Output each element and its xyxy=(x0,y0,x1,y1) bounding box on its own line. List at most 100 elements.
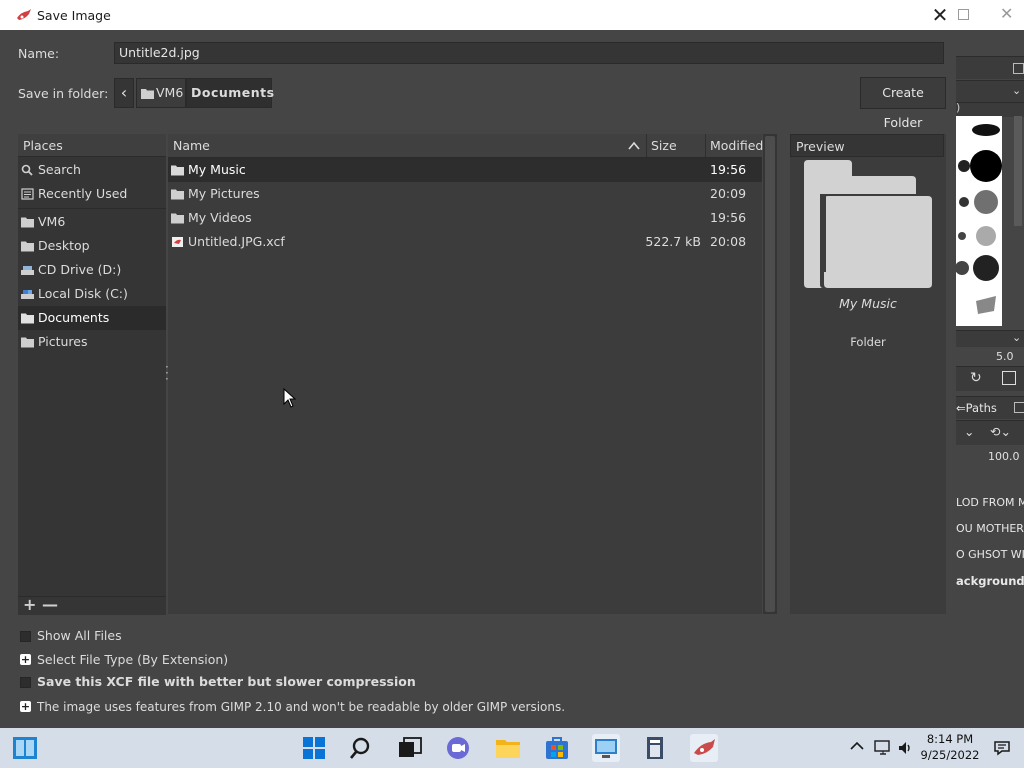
path-segment-vm6[interactable]: VM6 xyxy=(136,78,186,108)
background-titlebar: ✕ xyxy=(956,0,1024,30)
store-icon[interactable] xyxy=(543,734,571,762)
save-in-folder-label: Save in folder: xyxy=(18,86,109,101)
column-name-header[interactable]: Name xyxy=(173,134,210,157)
menu-icon[interactable] xyxy=(1014,402,1024,413)
brush-size-value[interactable]: 5.0 xyxy=(996,350,1014,363)
file-list-scrollbar[interactable] xyxy=(763,134,777,614)
export-icon[interactable] xyxy=(1002,371,1016,385)
tab-paths[interactable]: Paths xyxy=(966,401,997,415)
layer-item[interactable]: OU MOTHERFU xyxy=(956,522,1024,535)
places-item-pictures[interactable]: Pictures xyxy=(18,330,166,354)
large-folder-icon xyxy=(804,160,932,288)
checkbox-label: Show All Files xyxy=(37,628,122,643)
folder-icon xyxy=(141,89,154,99)
teams-chat-icon[interactable] xyxy=(444,734,472,762)
expander-label: The image uses features from GIMP 2.10 a… xyxy=(37,700,566,714)
file-name: My Music xyxy=(188,162,246,177)
file-row-my-pictures[interactable]: My Pictures 20:09 xyxy=(168,182,762,206)
brushes-scrollbar[interactable] xyxy=(1014,116,1022,226)
file-row-my-videos[interactable]: My Videos 19:56 xyxy=(168,206,762,230)
places-item-desktop[interactable]: Desktop xyxy=(18,234,166,258)
places-item-documents[interactable]: Documents xyxy=(18,306,166,330)
file-list: Name Size Modified My Music 19:56 My Pic… xyxy=(168,134,763,614)
maximize-icon[interactable] xyxy=(958,9,969,20)
background-toolbar xyxy=(956,56,1024,79)
places-item-search[interactable]: Search xyxy=(18,158,166,182)
filename-input[interactable]: Untitle2d.jpg xyxy=(114,42,944,64)
show-hidden-icons-button[interactable] xyxy=(850,739,864,754)
places-item-recently-used[interactable]: Recently Used xyxy=(18,182,166,206)
notifications-icon[interactable] xyxy=(993,740,1011,756)
folder-icon xyxy=(171,165,184,176)
close-icon[interactable]: ✕ xyxy=(1000,4,1013,23)
file-row-untitled-xcf[interactable]: Untitled.JPG.xcf 522.7 kB 20:08 xyxy=(168,230,762,254)
file-name: My Videos xyxy=(188,210,252,225)
create-folder-button[interactable]: Create Folder xyxy=(860,77,946,130)
file-explorer-icon[interactable] xyxy=(494,734,522,762)
checkbox-box[interactable] xyxy=(20,677,31,688)
taskbar-clock[interactable]: 8:14 PM 9/25/2022 xyxy=(910,731,990,763)
column-modified-header[interactable]: Modified xyxy=(710,134,763,157)
layer-item[interactable]: LOD FROM MC xyxy=(956,496,1024,509)
chevron-down-icon[interactable]: ⌄ xyxy=(1012,331,1021,344)
gimp-taskbar-icon[interactable] xyxy=(690,734,718,762)
windows-start-icon[interactable] xyxy=(300,734,328,762)
path-back-button[interactable]: ‹ xyxy=(114,78,134,108)
mouse-cursor-icon xyxy=(283,388,297,408)
places-item-label: Recently Used xyxy=(38,186,128,201)
dialog-title: Save Image xyxy=(37,8,111,23)
file-list-header: Name Size Modified xyxy=(168,134,763,158)
file-row-my-music[interactable]: My Music 19:56 xyxy=(168,158,762,182)
refresh-icon[interactable]: ↻ xyxy=(970,370,982,386)
checkbox-label: Save this XCF file with better but slowe… xyxy=(37,674,416,689)
task-view-icon[interactable] xyxy=(396,734,424,762)
add-bookmark-button[interactable]: + xyxy=(23,595,36,614)
places-sidebar: Places Search Recently Used VM6 Desktop … xyxy=(18,134,166,615)
background-gimp-window: ✕ ⌄ ) ⌄ 5.0 ↻ ⇐Paths ⌄ ⟲⌄ 100.0 LOD FROM… xyxy=(956,0,1024,728)
file-modified: 20:09 xyxy=(710,186,747,201)
file-modified: 20:08 xyxy=(710,234,747,249)
checkbox-box[interactable] xyxy=(20,631,31,642)
remove-bookmark-button[interactable]: — xyxy=(42,595,58,614)
widgets-icon[interactable] xyxy=(11,734,39,762)
file-size: 522.7 kB xyxy=(645,234,701,249)
xcf-file-icon xyxy=(172,237,183,247)
chevron-down-icon[interactable]: ⌄ xyxy=(964,424,974,439)
places-item-vm6[interactable]: VM6 xyxy=(18,210,166,234)
opacity-value[interactable]: 100.0 xyxy=(988,450,1020,463)
folder-icon xyxy=(21,241,34,252)
sort-ascending-icon[interactable] xyxy=(628,141,640,150)
column-size-header[interactable]: Size xyxy=(651,134,677,157)
file-name: Untitled.JPG.xcf xyxy=(188,234,285,249)
search-icon[interactable] xyxy=(348,734,376,762)
menu-icon[interactable] xyxy=(1013,63,1024,74)
notebook-app-icon[interactable] xyxy=(641,734,669,762)
places-item-cd-drive[interactable]: CD Drive (D:) xyxy=(18,258,166,282)
places-divider xyxy=(18,208,166,209)
scrollbar-thumb[interactable] xyxy=(765,136,775,612)
folder-icon xyxy=(21,337,34,348)
chevron-down-icon: ⌄ xyxy=(1012,84,1022,97)
brushes-grid[interactable] xyxy=(956,116,1002,326)
close-button[interactable]: ✕ xyxy=(928,3,952,27)
layer-item[interactable]: O GHSOT WIL xyxy=(956,548,1024,561)
file-name: My Pictures xyxy=(188,186,260,201)
remote-desktop-icon[interactable] xyxy=(592,734,620,762)
undo-icon[interactable]: ⟲⌄ xyxy=(990,424,1011,439)
places-item-label: Pictures xyxy=(38,334,88,349)
places-item-local-disk[interactable]: Local Disk (C:) xyxy=(18,282,166,306)
file-modified: 19:56 xyxy=(710,162,747,177)
gimp-app-icon xyxy=(17,9,31,20)
network-icon[interactable] xyxy=(874,740,892,756)
preview-type: Folder xyxy=(850,335,886,349)
folder-icon xyxy=(21,313,34,324)
path-segment-documents[interactable]: Documents xyxy=(186,78,274,108)
expand-plus-icon[interactable]: + xyxy=(20,654,31,665)
layer-item[interactable]: ackground xyxy=(956,574,1024,588)
folder-icon xyxy=(21,217,34,228)
recent-icon xyxy=(21,188,34,200)
save-image-dialog: Save Image ✕ Name: Untitle2d.jpg Save in… xyxy=(0,0,956,728)
expand-plus-icon[interactable]: + xyxy=(20,701,31,712)
brushes-preview xyxy=(956,124,1002,314)
background-dropdown[interactable]: ⌄ xyxy=(956,80,1024,103)
